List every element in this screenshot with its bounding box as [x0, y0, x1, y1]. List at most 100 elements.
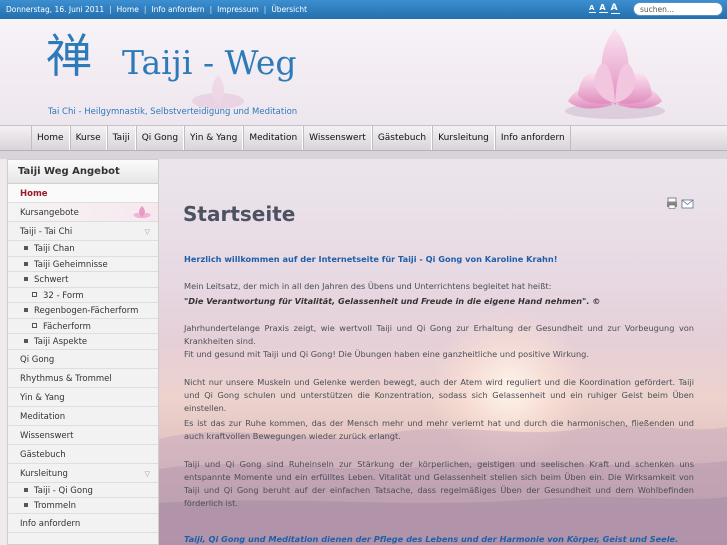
bullet-icon: [24, 246, 28, 250]
sidebar-item[interactable]: Trommeln: [8, 498, 158, 514]
sidebar-item-label: Fächerform: [43, 321, 91, 332]
sidebar-item[interactable]: Meditation: [8, 406, 158, 426]
article-tools: [667, 197, 694, 209]
sidebar-item[interactable]: Yin & Yang: [8, 387, 158, 407]
bullet-icon: [24, 261, 28, 266]
font-size-controls: AAA: [589, 3, 623, 14]
sidebar-item[interactable]: 32 - Form: [8, 287, 158, 303]
site-name[interactable]: Taiji - Weg: [122, 43, 296, 82]
sidebar-item-label: Taiji Chan: [34, 244, 75, 254]
sidebar-item[interactable]: Schwert: [8, 272, 158, 288]
sidebar-title: Taiji Weg Angebot: [8, 160, 158, 184]
separator: |: [209, 5, 213, 14]
font-size-small-button[interactable]: A: [589, 4, 597, 13]
sidebar-item-label: Schwert: [34, 275, 69, 285]
sidebar-item[interactable]: Taiji - Qi Gong: [8, 482, 158, 498]
main-menu: Home Kurse Taiji Qi Gong Yin & Yang Medi…: [31, 126, 571, 150]
paragraph-2: Nicht nur unsere Muskeln und Gelenke wer…: [184, 377, 694, 413]
email-icon[interactable]: [681, 199, 694, 209]
sidebar: Taiji Weg Angebot Home Kursangebote Taiji …: [7, 159, 159, 545]
sidebar-item-label: Wissenswert: [20, 430, 74, 441]
sidebar-item[interactable]: Taiji Chan: [8, 241, 158, 257]
sidebar-item[interactable]: Info anfordern: [8, 513, 158, 533]
sidebar-item[interactable]: Taiji Aspekte: [8, 334, 158, 350]
print-icon[interactable]: [667, 197, 677, 209]
sidebar-item-label: Info anfordern: [20, 518, 81, 529]
bullet-icon: [24, 308, 28, 312]
paragraph-2b: Es ist das zur Ruhe kommen, das der Mens…: [184, 418, 694, 441]
sidebar-item-label: Gästebuch: [20, 449, 66, 460]
sidebar-item-label: Regenbogen-Fächerform: [34, 306, 139, 316]
sidebar-item-label: Rhythmus & Trommel: [20, 373, 112, 384]
nav-gaestebuch[interactable]: Gästebuch: [371, 126, 433, 150]
sidebar-item-label: Taiji Aspekte: [34, 337, 88, 347]
sidebar-item-label: Kursangebote: [20, 208, 79, 218]
separator: |: [109, 5, 112, 14]
top-links: Donnerstag, 16. Juni 2011 | Home | Info anfo…: [6, 5, 307, 14]
sidebar-item[interactable]: Gästebuch: [8, 444, 158, 464]
welcome-text: Herzlich willkommen auf der Internetseit…: [184, 254, 558, 264]
top-bar: Donnerstag, 16. Juni 2011 | Home | Info anfo…: [0, 0, 727, 19]
bullet-icon: [24, 503, 28, 507]
nav-taiji[interactable]: Taiji: [106, 126, 136, 150]
sidebar-item-label: Taiji - Tai Chi: [20, 227, 73, 237]
main-content: Startseite Herzlich willkommen auf der I…: [159, 159, 727, 545]
nav-kursleitung[interactable]: Kursleitung: [432, 126, 495, 150]
sidebar-item-label: Yin & Yang: [20, 392, 65, 403]
sidebar-item-label: Kursleitung: [20, 468, 68, 479]
sidebar-item[interactable]: Kursangebote: [8, 203, 158, 222]
page-title: Startseite: [183, 202, 296, 226]
separator: |: [263, 5, 267, 14]
nav-meditation[interactable]: Meditation: [243, 126, 304, 150]
paragraph-3: Taiji und Qi Gong sind Ruheinseln zur St…: [184, 459, 694, 508]
sidebar-item[interactable]: Wissenswert: [8, 425, 158, 445]
sidebar-item[interactable]: Rhythmus & Trommel: [8, 368, 158, 388]
main-navigation: Home Kurse Taiji Qi Gong Yin & Yang Medi…: [0, 125, 727, 151]
logo-zen-character[interactable]: 禅: [46, 33, 92, 79]
sidebar-item[interactable]: Fächerform: [8, 318, 158, 334]
sidebar-item-label: Taiji Geheimnisse: [34, 259, 108, 270]
nav-qi-gong[interactable]: Qi Gong: [135, 126, 185, 150]
nav-yin-yang[interactable]: Yin & Yang: [184, 126, 244, 150]
sidebar-item-label: 32 - Form: [43, 290, 84, 301]
site-tagline: Tai Chi - Heilgymnastik, Selbstverteidig…: [48, 107, 298, 117]
sidebar-item[interactable]: Home: [8, 184, 158, 203]
sidebar-item[interactable]: Taiji Geheimnisse: [8, 256, 158, 272]
intro-text: Mein Leitsatz, der mich in all den Jahre…: [184, 281, 552, 291]
nav-home[interactable]: Home: [31, 126, 70, 150]
lotus-flower-icon: [565, 29, 665, 119]
sidebar-item[interactable]: Regenbogen-Fächerform: [8, 303, 158, 319]
chevron-down-icon[interactable]: ▽: [145, 228, 150, 236]
top-link-impressum[interactable]: Impressum: [217, 5, 259, 14]
font-size-medium-button[interactable]: A: [599, 3, 608, 13]
font-size-large-button[interactable]: A: [610, 3, 620, 14]
bullet-icon: [24, 487, 28, 492]
sidebar-item-label: Taiji - Qi Gong: [34, 485, 93, 496]
top-link-info[interactable]: Info anfordern: [151, 5, 204, 14]
chevron-down-icon[interactable]: ▽: [145, 470, 150, 478]
nav-info-anfordern[interactable]: Info anfordern: [494, 126, 571, 150]
divider-band: [0, 151, 727, 159]
motto-text: "Die Verantwortung für Vitalität, Gelass…: [184, 296, 601, 306]
top-link-uebersicht[interactable]: Übersicht: [271, 5, 307, 14]
paragraph-1b: Fit und gesund mit Taiji und Qi Gong! Di…: [184, 349, 589, 359]
site-header: 禅 Taiji - Weg Tai Chi - Heilgymnastik, S…: [0, 19, 727, 125]
current-date: Donnerstag, 16. Juni 2011: [6, 5, 105, 14]
top-link-home[interactable]: Home: [117, 5, 139, 14]
bullet-icon: [24, 339, 28, 343]
sidebar-item-label: Home: [20, 189, 48, 199]
bullet-icon: [32, 322, 37, 328]
search-input[interactable]: suchen...: [633, 2, 723, 16]
nav-kurse[interactable]: Kurse: [69, 126, 107, 150]
sidebar-item-label: Qi Gong: [20, 354, 55, 365]
nav-wissenswert[interactable]: Wissenswert: [303, 126, 372, 150]
paragraph-1: Jahrhundertelange Praxis zeigt, wie wert…: [184, 323, 694, 346]
bullet-icon: [24, 277, 28, 281]
bullet-icon: [32, 291, 37, 297]
sidebar-item[interactable]: Kursleitung ▽: [8, 463, 158, 483]
closing-note: Taiji, Qi Gong und Meditation dienen der…: [184, 534, 679, 544]
sidebar-item-label: Meditation: [20, 411, 66, 422]
separator: |: [143, 5, 147, 14]
sidebar-item[interactable]: Taiji - Tai Chi ▽: [8, 222, 158, 241]
sidebar-item[interactable]: Qi Gong: [8, 349, 158, 369]
